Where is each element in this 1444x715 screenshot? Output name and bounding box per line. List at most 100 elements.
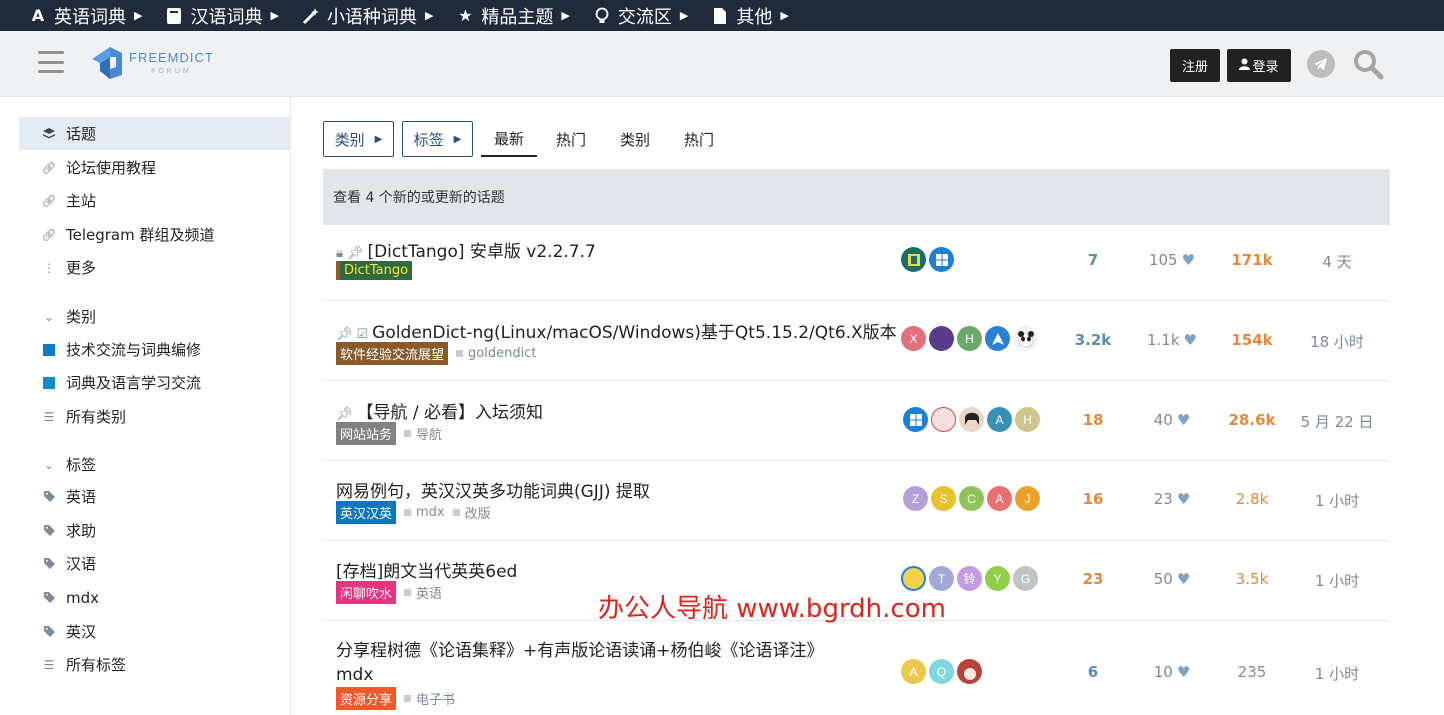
topic-row[interactable]: 🔒︎ 📌︎ [DictTango] 安卓版 v2.2.7.7 DictTango 7… [323,225,1390,301]
reply-count[interactable]: 18 [1063,411,1123,429]
telegram-icon[interactable] [1307,50,1335,78]
login-button[interactable]: 登录 [1227,49,1291,82]
avatar[interactable] [901,247,926,272]
tab-latest[interactable]: 最新 [481,121,537,157]
site-logo[interactable]: FREEMDICT FORUM [90,45,214,81]
topic-title[interactable]: 分享程树德《论语集释》+有声版论语读诵+杨伯峻《论语译注》 mdx [336,636,824,685]
topic-row[interactable]: 分享程树德《论语集释》+有声版论语读诵+杨伯峻《论语译注》 mdx 资源分享 电… [323,621,1390,715]
like-count-value: 1.1k [1147,331,1180,349]
tab-top[interactable]: 热门 [556,121,586,157]
tag-link[interactable]: 导航 [404,424,442,443]
tag-link[interactable]: goldendict [456,346,536,361]
tag-link[interactable]: 电子书 [404,689,455,708]
avatar[interactable]: H [957,326,982,351]
avatar[interactable] [957,659,982,684]
category-badge[interactable]: 闲聊吹水 [336,581,397,604]
new-topics-alert[interactable]: 查看 4 个新的或更新的话题 [323,169,1390,225]
reply-count[interactable]: 7 [1063,251,1123,269]
sidebar-tag-en-zh[interactable]: 英汉 [19,615,290,648]
avatar[interactable]: G [1013,566,1038,591]
avatar[interactable] [929,326,954,351]
last-activity[interactable]: 18 小时 [1287,331,1387,352]
avatar[interactable]: A [987,486,1012,511]
avatar[interactable]: Q [929,659,954,684]
avatar[interactable]: X [901,326,926,351]
avatar[interactable]: J [1015,486,1040,511]
sidebar-category-language[interactable]: 词典及语言学习交流 [19,366,290,399]
tag-link[interactable]: mdx [404,505,445,520]
top-nav-item-minor-lang-dict[interactable]: 小语种词典 ▶ [301,3,433,29]
sidebar-tag-mdx[interactable]: mdx [19,581,290,614]
avatar[interactable] [929,247,954,272]
view-count: 154k [1231,331,1273,349]
avatar[interactable]: A [901,659,926,684]
topic-title[interactable]: 网易例句，英汉汉英多功能词典(GJJ) 提取 [336,477,650,502]
avatar[interactable]: A [987,407,1012,432]
last-activity[interactable]: 1 小时 [1287,570,1387,591]
topic-title[interactable]: 📌︎ ☑ GoldenDict-ng(Linux/macOS/Windows)基于Q… [336,318,897,343]
topic-row[interactable]: 📌︎ ☑ GoldenDict-ng(Linux/macOS/Windows)基于Q… [323,301,1390,381]
avatar[interactable] [959,407,984,432]
sidebar-item-topics[interactable]: 话题 [19,117,290,150]
sidebar-item-more[interactable]: ⋮ 更多 [19,251,290,284]
tab-categories[interactable]: 类别 [620,121,650,157]
sidebar-category-tech[interactable]: 技术交流与词典编修 [19,333,290,366]
sidebar-item-tutorial[interactable]: 🔗︎ 论坛使用教程 [19,151,290,184]
last-activity[interactable]: 1 小时 [1287,663,1387,684]
sidebar-tag-english[interactable]: 英语 [19,480,290,513]
avatar[interactable]: S [931,486,956,511]
avatar[interactable] [985,326,1010,351]
last-activity[interactable]: 1 小时 [1287,490,1387,511]
top-nav-item-chinese-dict[interactable]: 汉语词典 ▶ [164,3,279,29]
sidebar-item-telegram[interactable]: 🔗︎ Telegram 群组及频道 [19,218,290,251]
top-nav-item-english-dict[interactable]: A 英语词典 ▶ [28,3,143,29]
avatar[interactable] [903,407,928,432]
top-nav-item-community[interactable]: 交流区 ▶ [592,3,688,29]
avatar[interactable]: C [959,486,984,511]
sidebar-tag-help[interactable]: 求助 [19,514,290,547]
sidebar-item-main-site[interactable]: 🔗︎ 主站 [19,184,290,217]
topic-title[interactable]: 🔒︎ 📌︎ [DictTango] 安卓版 v2.2.7.7 [336,237,596,262]
tag-filter-dropdown[interactable]: 标签 ▶ [402,121,473,157]
avatar[interactable]: 铃 [957,566,982,591]
like-count: 105 ♥ [1137,251,1207,269]
register-button[interactable]: 注册 [1170,49,1220,82]
category-badge[interactable]: 英汉汉英 [336,501,397,524]
hamburger-menu-icon[interactable] [38,51,64,73]
sidebar-all-categories[interactable]: ☰ 所有类别 [19,400,290,433]
category-badge[interactable]: 网站站务 [336,422,397,445]
avatar[interactable]: H [1015,407,1040,432]
tab-hot[interactable]: 热门 [684,121,714,157]
login-label: 登录 [1252,59,1279,74]
sidebar-section-tags[interactable]: ⌄ 标签 [19,448,290,481]
tag-link[interactable]: 改版 [453,503,491,522]
search-icon[interactable] [1352,48,1384,80]
sidebar-section-categories[interactable]: ⌄ 类别 [19,300,290,333]
last-activity[interactable]: 4 天 [1287,251,1387,272]
topic-row[interactable]: 网易例句，英汉汉英多功能词典(GJJ) 提取 英汉汉英 mdx 改版 Z S C… [323,461,1390,541]
avatar[interactable]: Y [985,566,1010,591]
topic-title[interactable]: 📌︎ 【导航 / 必看】入坛须知 [336,398,543,423]
view-count: 28.6k [1228,411,1276,429]
category-badge[interactable]: DictTango [336,261,413,280]
link-icon: 🔗︎ [41,227,57,242]
reply-count[interactable]: 3.2k [1063,331,1123,349]
category-badge[interactable]: 软件经验交流展望 [336,342,449,365]
reply-count[interactable]: 23 [1063,570,1123,588]
topic-row[interactable]: 📌︎ 【导航 / 必看】入坛须知 网站站务 导航 A H 18 40 ♥ 28.6k… [323,381,1390,461]
user-icon [1239,58,1251,73]
category-filter-dropdown[interactable]: 类别 ▶ [323,121,394,157]
topic-title[interactable]: [存档]朗文当代英英6ed [336,557,517,582]
reply-count[interactable]: 6 [1063,663,1123,681]
sidebar-tag-chinese[interactable]: 汉语 [19,547,290,580]
sidebar-all-tags[interactable]: ☰ 所有标签 [19,648,290,681]
last-activity[interactable]: 5 月 22 日 [1287,411,1387,432]
avatar[interactable] [1013,326,1038,351]
top-nav-item-featured[interactable]: ★ 精品主题 ▶ [455,3,570,29]
category-badge[interactable]: 资源分享 [336,687,397,710]
reply-count[interactable]: 16 [1063,490,1123,508]
tag-link[interactable]: 英语 [404,583,442,602]
avatar[interactable] [931,407,956,432]
top-nav-item-other[interactable]: 其他 ▶ [710,3,789,29]
avatar[interactable]: Z [903,486,928,511]
